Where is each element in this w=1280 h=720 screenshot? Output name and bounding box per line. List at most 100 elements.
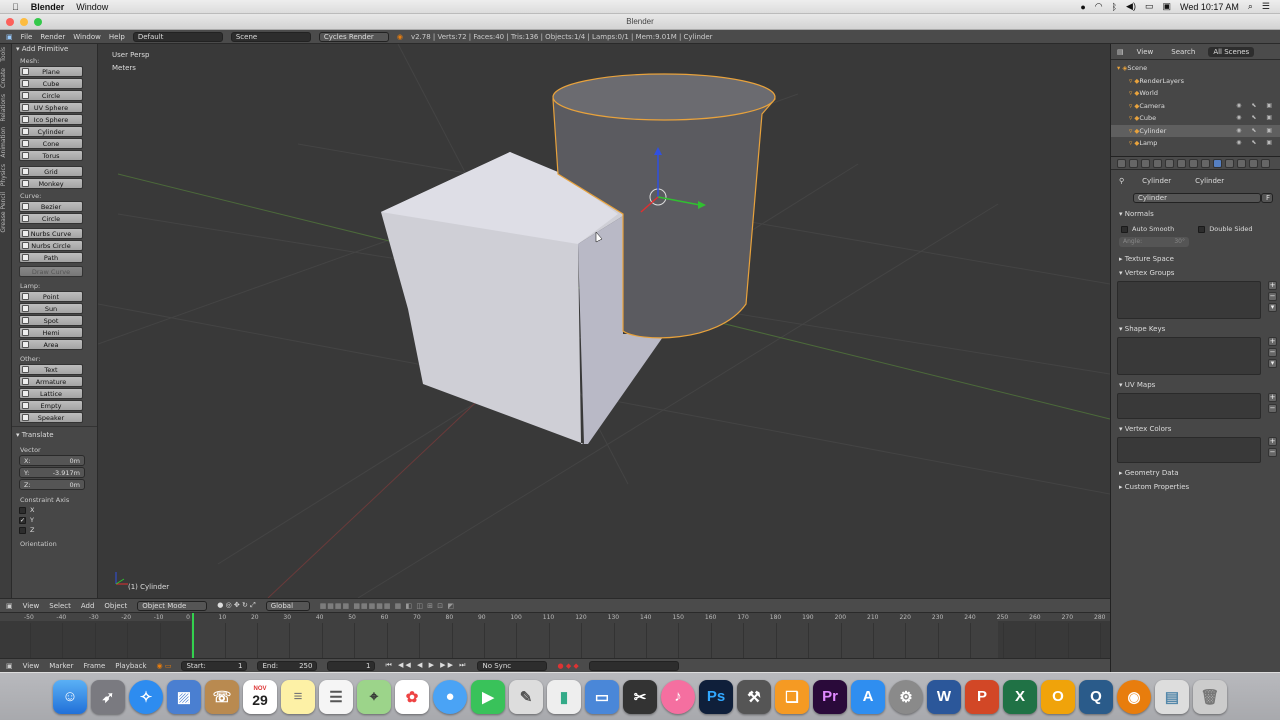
utility-icon[interactable]: ⚒ <box>737 679 771 714</box>
outliner-item-scene[interactable]: ▾ ◈ Scene <box>1111 62 1280 75</box>
uv-maps-list[interactable] <box>1117 393 1261 419</box>
tab-physics[interactable]: Physics <box>0 161 7 189</box>
add-plane-button[interactable]: Plane <box>19 66 83 77</box>
clock[interactable]: Wed 10:17 AM <box>1180 2 1239 12</box>
constraint-axis-x[interactable]: X <box>12 505 97 515</box>
volume-icon[interactable]: ◀) <box>1126 1 1136 12</box>
premiere-icon[interactable]: Pr <box>813 679 847 714</box>
vertex-group-menu-icon[interactable]: ▾ <box>1268 303 1277 312</box>
axis-checkbox[interactable]: ✓ <box>19 516 26 524</box>
uv-maps-panel-header[interactable]: ▾ UV Maps <box>1111 375 1280 391</box>
object-tab-icon[interactable] <box>1177 158 1186 168</box>
menu-add[interactable]: Add <box>81 602 95 610</box>
outliner-editor-icon[interactable]: ▤ <box>1117 48 1124 56</box>
custom-properties-panel-header[interactable]: ▸ Custom Properties <box>1111 479 1280 493</box>
add-cone-button[interactable]: Cone <box>19 138 83 149</box>
add-vertex-group-icon[interactable]: + <box>1268 281 1277 290</box>
double-sided-checkbox[interactable]: Double Sided <box>1198 225 1253 233</box>
safari-icon[interactable]: ✧ <box>129 679 163 714</box>
numbers-icon[interactable]: ▮ <box>547 679 581 714</box>
vector-z-field[interactable]: Z: 0m <box>19 479 85 490</box>
remove-uv-map-icon[interactable]: − <box>1268 404 1277 413</box>
menu-view[interactable]: View <box>23 602 40 610</box>
add-speaker-button[interactable]: Speaker <box>19 412 83 423</box>
add-monkey-button[interactable]: Monkey <box>19 178 83 189</box>
maps-icon[interactable]: ⌖ <box>357 679 391 714</box>
record-icon[interactable]: ● <box>1080 2 1085 12</box>
add-sun-button[interactable]: Sun <box>19 303 83 314</box>
quicktime-icon[interactable]: Q <box>1079 679 1113 714</box>
playback-controls-icon[interactable]: ⏮ ◀◀ ◀ ▶ ▶▶ ⏭ <box>385 661 467 670</box>
launchpad-icon[interactable]: ➶ <box>91 679 125 714</box>
close-window-button[interactable] <box>6 18 14 26</box>
render-layers-tab-icon[interactable] <box>1141 158 1150 168</box>
tab-create[interactable]: Create <box>0 65 7 91</box>
menu-marker[interactable]: Marker <box>49 662 73 670</box>
outlook-icon[interactable]: O <box>1041 679 1075 714</box>
editor-type-icon[interactable]: ▣ <box>6 662 13 670</box>
mode-selector[interactable]: Object Mode <box>137 600 208 611</box>
add-point-button[interactable]: Point <box>19 291 83 302</box>
final-cut-icon[interactable]: ✂ <box>623 679 657 714</box>
tab-relations[interactable]: Relations <box>0 91 7 125</box>
add-area-button[interactable]: Area <box>19 339 83 350</box>
add-uv-sphere-button[interactable]: UV Sphere <box>19 102 83 113</box>
outliner-item-lamp[interactable]: ▿ ◆ Lamp ◉ ⬉ ▣ <box>1111 137 1280 150</box>
add-lattice-button[interactable]: Lattice <box>19 388 83 399</box>
physics-tab-icon[interactable] <box>1261 158 1270 168</box>
constraint-axis-z[interactable]: Z <box>12 525 97 535</box>
system-preferences-icon[interactable]: ⚙ <box>889 679 923 714</box>
remove-shape-key-icon[interactable]: − <box>1268 348 1277 357</box>
add-empty-button[interactable]: Empty <box>19 400 83 411</box>
notes-icon[interactable]: ≡ <box>281 679 315 714</box>
start-frame-field[interactable]: Start: 1 <box>181 660 248 671</box>
vector-x-field[interactable]: X: 0m <box>19 455 85 466</box>
add-uv-map-icon[interactable]: + <box>1268 393 1277 402</box>
shape-keys-list[interactable] <box>1117 337 1261 375</box>
menu-select[interactable]: Select <box>49 602 71 610</box>
menu-view[interactable]: View <box>23 662 40 670</box>
shading-icon[interactable]: ● ◎ ✥ ↻ ⤢ <box>217 601 255 610</box>
record-icon[interactable]: ● ◆ ◆ <box>557 662 578 670</box>
outliner-item-cube[interactable]: ▿ ◆ Cube ◉ ⬉ ▣ <box>1111 112 1280 125</box>
datablock-field[interactable]: Cylinder F <box>1133 193 1273 203</box>
add-path-button[interactable]: Path <box>19 252 83 263</box>
menu-render[interactable]: Render <box>40 33 65 41</box>
layer-buttons[interactable]: ▦▦▦▦ ▦▦▦▦▦ ▦ ◧ ◫ ⊞ ⊡ ◩ <box>320 602 455 610</box>
menu-file[interactable]: File <box>21 33 33 41</box>
particles-tab-icon[interactable] <box>1249 158 1258 168</box>
add-bezier-button[interactable]: Bezier <box>19 201 83 212</box>
add-circle-button[interactable]: Circle <box>19 213 83 224</box>
add-shape-key-icon[interactable]: + <box>1268 337 1277 346</box>
bluetooth-icon[interactable]: ᛒ <box>1112 2 1117 12</box>
menu-help[interactable]: Help <box>109 33 125 41</box>
pin-icon[interactable]: ⚲ <box>1119 177 1124 185</box>
properties-editor-icon[interactable] <box>1117 158 1126 168</box>
finder-icon[interactable]: ☺ <box>53 679 87 714</box>
outliner-item-world[interactable]: ▿ ◆ World <box>1111 87 1280 100</box>
add-circle-button[interactable]: Circle <box>19 90 83 101</box>
user-icon[interactable]: ▣ <box>1162 1 1171 12</box>
remove-vertex-group-icon[interactable]: − <box>1268 292 1277 301</box>
add-grid-button[interactable]: Grid <box>19 166 83 177</box>
window-menu[interactable]: Window <box>76 2 108 12</box>
scene-tab-icon[interactable] <box>1153 158 1162 168</box>
visibility-icon[interactable]: ◉ ⬉ ▣ <box>1236 114 1276 121</box>
geometry-data-panel-header[interactable]: ▸ Geometry Data <box>1111 463 1280 479</box>
translate-panel-header[interactable]: ▾ Translate <box>12 427 97 440</box>
vertex-colors-panel-header[interactable]: ▾ Vertex Colors <box>1111 419 1280 435</box>
constraints-tab-icon[interactable] <box>1189 158 1198 168</box>
contacts-icon[interactable]: ☏ <box>205 679 239 714</box>
auto-smooth-checkbox[interactable]: Auto Smooth <box>1121 225 1174 233</box>
texture-tab-icon[interactable] <box>1237 158 1246 168</box>
3d-viewport[interactable]: User Persp Meters (1) Cylinder <box>98 44 1110 598</box>
add-vertex-color-icon[interactable]: + <box>1268 437 1277 446</box>
add-spot-button[interactable]: Spot <box>19 315 83 326</box>
texture-space-panel-header[interactable]: ▸ Texture Space <box>1111 247 1280 265</box>
add-torus-button[interactable]: Torus <box>19 150 83 161</box>
preview-range-icon[interactable]: ◉ ▭ <box>157 662 172 670</box>
normals-panel-header[interactable]: ▾ Normals <box>1111 203 1280 220</box>
facetime-icon[interactable]: ▶ <box>471 679 505 714</box>
scene-selector[interactable]: Scene <box>230 31 311 42</box>
data-tab-icon[interactable] <box>1213 158 1222 168</box>
